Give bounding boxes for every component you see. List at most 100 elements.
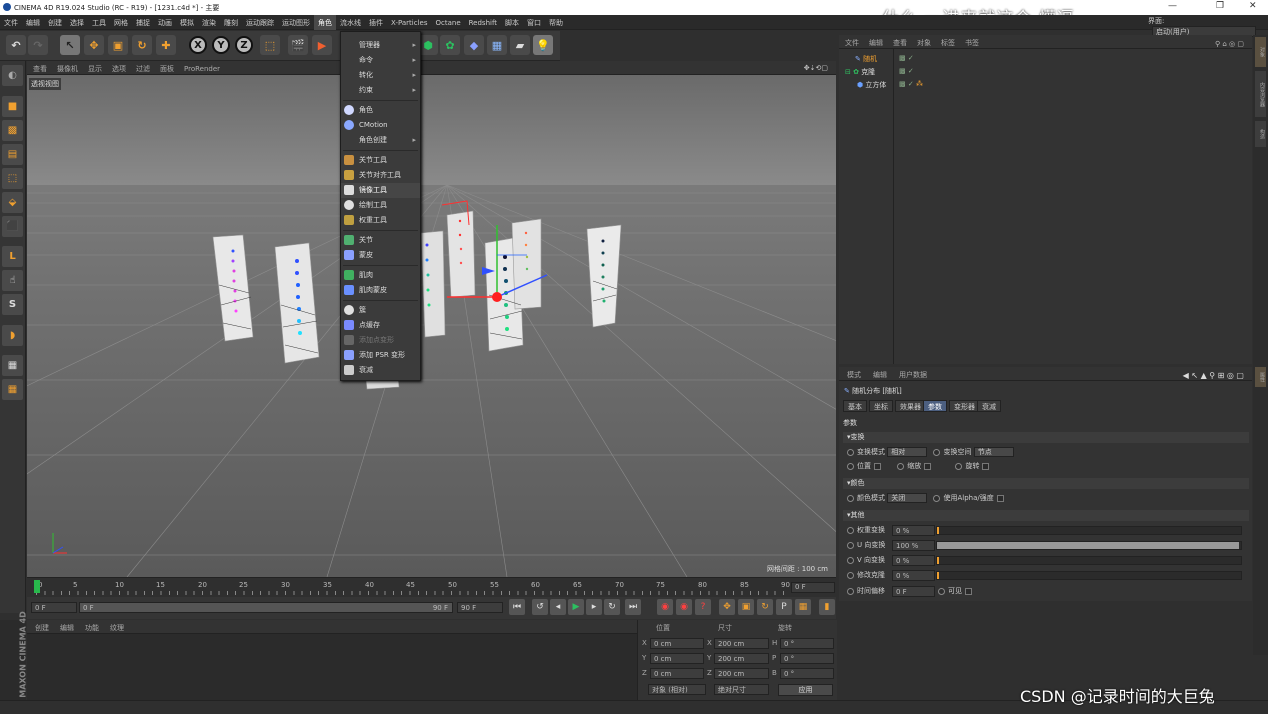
- size-x-field[interactable]: 200 cm: [714, 638, 769, 649]
- model-mode-icon[interactable]: ■: [2, 96, 23, 117]
- recent-tool-icon[interactable]: ✚: [156, 35, 176, 55]
- u-transform-slider[interactable]: [936, 541, 1242, 550]
- workplane-mode-icon[interactable]: ▤: [2, 144, 23, 165]
- menu-animate[interactable]: 动画: [154, 15, 176, 30]
- prev-frame-icon[interactable]: ◂: [550, 599, 566, 615]
- tweak-mode-icon[interactable]: ☝: [2, 270, 23, 291]
- axis-mode-icon[interactable]: L: [2, 246, 23, 267]
- tab-effector[interactable]: 效果器: [895, 400, 926, 412]
- use-alpha-checkbox[interactable]: [996, 494, 1004, 502]
- tab-parameter[interactable]: 参数: [923, 400, 947, 412]
- obj-manager-nav-icons[interactable]: ⚲ ⌂ ◎ ▢: [1209, 37, 1248, 48]
- menu-script[interactable]: 脚本: [501, 15, 523, 30]
- key-pla-icon[interactable]: ▦: [795, 599, 811, 615]
- visibility-toggles[interactable]: ▩ ✓: [899, 67, 914, 75]
- next-key-icon[interactable]: ↻: [604, 599, 620, 615]
- menu-item-mirror-tool[interactable]: 镜像工具: [341, 183, 420, 198]
- attr-menu-mode[interactable]: 模式: [839, 367, 865, 380]
- undo-icon[interactable]: ↶: [6, 35, 26, 55]
- transform-space-dropdown[interactable]: 节点: [973, 447, 1014, 457]
- menu-render[interactable]: 渲染: [198, 15, 220, 30]
- render-to-picture-viewer-icon[interactable]: ▶: [312, 35, 332, 55]
- deformer-icon[interactable]: ◆: [464, 35, 484, 55]
- attr-menu-user-data[interactable]: 用户数据: [891, 367, 931, 380]
- menu-item-add-pose-morph[interactable]: 添加点变形: [341, 333, 420, 348]
- z-axis-icon[interactable]: Z: [235, 36, 253, 54]
- right-tab-content-browser[interactable]: 内容浏览器: [1255, 71, 1266, 117]
- tab-coord[interactable]: 坐标: [869, 400, 893, 412]
- key-position-icon[interactable]: ✥: [719, 599, 735, 615]
- viewport-menu-display[interactable]: 显示: [82, 61, 106, 74]
- visible-checkbox[interactable]: [965, 587, 972, 595]
- obj-menu-objects[interactable]: 对象: [911, 35, 935, 48]
- end-frame-field[interactable]: 90 F: [457, 602, 503, 613]
- menu-sculpt[interactable]: 雕刻: [220, 15, 242, 30]
- menu-redshift[interactable]: Redshift: [465, 16, 501, 31]
- generator-icon[interactable]: ✿: [440, 35, 460, 55]
- start-frame-field[interactable]: 0 F: [31, 602, 77, 613]
- menu-motion-tracking[interactable]: 运动跟踪: [242, 15, 278, 30]
- viewport-menu-options[interactable]: 选项: [106, 61, 130, 74]
- menu-item-add-psr-morph[interactable]: 添加 PSR 变形: [341, 348, 420, 363]
- goto-start-icon[interactable]: ⏮: [509, 599, 525, 615]
- make-editable-icon[interactable]: ◐: [2, 65, 23, 86]
- color-mode-dropdown[interactable]: 关闭: [887, 493, 928, 503]
- key-scale-icon[interactable]: ▣: [738, 599, 754, 615]
- weight-transform-slider[interactable]: [936, 526, 1242, 535]
- weight-transform-field[interactable]: 0 %: [892, 525, 935, 536]
- viewport-menu-view[interactable]: 查看: [27, 61, 51, 74]
- menu-mesh[interactable]: 网格: [110, 15, 132, 30]
- visibility-toggles[interactable]: ▩ ✓ ⁂: [899, 80, 923, 88]
- time-offset-field[interactable]: 0 F: [892, 586, 935, 597]
- play-icon[interactable]: ▶: [568, 599, 584, 615]
- material-menu-create[interactable]: 创建: [27, 620, 52, 633]
- menu-pipeline[interactable]: 流水线: [336, 15, 365, 30]
- x-axis-icon[interactable]: X: [189, 36, 207, 54]
- snap-icon[interactable]: S: [2, 294, 23, 315]
- points-mode-icon[interactable]: ⬚: [2, 168, 23, 189]
- tab-falloff[interactable]: 衰减: [977, 400, 1001, 412]
- menu-tools[interactable]: 工具: [88, 15, 110, 30]
- scale-tool-icon[interactable]: ▣: [108, 35, 128, 55]
- viewport-nav-icons[interactable]: ✥⇣⟲▢: [798, 61, 832, 72]
- timeline-window-icon[interactable]: ▮: [819, 599, 835, 615]
- menu-help[interactable]: 帮助: [545, 15, 567, 30]
- menu-item-muscle-skin[interactable]: 肌肉蒙皮: [341, 283, 420, 298]
- render-view-icon[interactable]: 🎬: [288, 35, 308, 55]
- camera-icon[interactable]: ▰: [510, 35, 530, 55]
- size-z-field[interactable]: 200 cm: [714, 668, 769, 679]
- prev-key-icon[interactable]: ↺: [532, 599, 548, 615]
- size-mode-dropdown[interactable]: 绝对尺寸: [714, 684, 769, 695]
- menu-item-point-cache[interactable]: 点缓存: [341, 318, 420, 333]
- menu-item-constraint[interactable]: 约束 ▸: [341, 83, 420, 98]
- maximize-button[interactable]: ❐: [1216, 1, 1224, 11]
- select-tool-icon[interactable]: ↖: [60, 35, 80, 55]
- menu-select[interactable]: 选择: [66, 15, 88, 30]
- menu-plugins[interactable]: 插件: [365, 15, 387, 30]
- auto-key-icon[interactable]: ◉: [676, 599, 692, 615]
- viewport-menu-camera[interactable]: 摄像机: [51, 61, 82, 74]
- key-rotation-icon[interactable]: ↻: [757, 599, 773, 615]
- menu-item-convert[interactable]: 转化 ▸: [341, 68, 420, 83]
- menu-item-cluster[interactable]: 簇: [341, 303, 420, 318]
- close-button[interactable]: ✕: [1249, 1, 1257, 11]
- lock-workplane-icon[interactable]: ▦: [2, 355, 23, 376]
- move-tool-icon[interactable]: ✥: [84, 35, 104, 55]
- perspective-viewport[interactable]: [27, 75, 836, 577]
- rotation-b-field[interactable]: 0 °: [780, 668, 834, 679]
- menu-octane[interactable]: Octane: [431, 16, 464, 31]
- menu-item-character-builder[interactable]: 角色创建 ▸: [341, 133, 420, 148]
- obj-menu-view[interactable]: 查看: [887, 35, 911, 48]
- floor-icon[interactable]: ▦: [487, 35, 507, 55]
- rotate-tool-icon[interactable]: ↻: [132, 35, 152, 55]
- cube-primitive-icon[interactable]: ⬢: [418, 35, 438, 55]
- y-axis-icon[interactable]: Y: [212, 36, 230, 54]
- tab-basic[interactable]: 基本: [843, 400, 867, 412]
- next-frame-icon[interactable]: ▸: [586, 599, 602, 615]
- menu-item-skin[interactable]: 蒙皮: [341, 248, 420, 263]
- edges-mode-icon[interactable]: ⬙: [2, 192, 23, 213]
- material-manager[interactable]: [27, 634, 637, 700]
- u-transform-field[interactable]: 100 %: [892, 540, 935, 551]
- transform-mode-dropdown[interactable]: 相对: [887, 447, 928, 457]
- menu-file[interactable]: 文件: [0, 15, 22, 30]
